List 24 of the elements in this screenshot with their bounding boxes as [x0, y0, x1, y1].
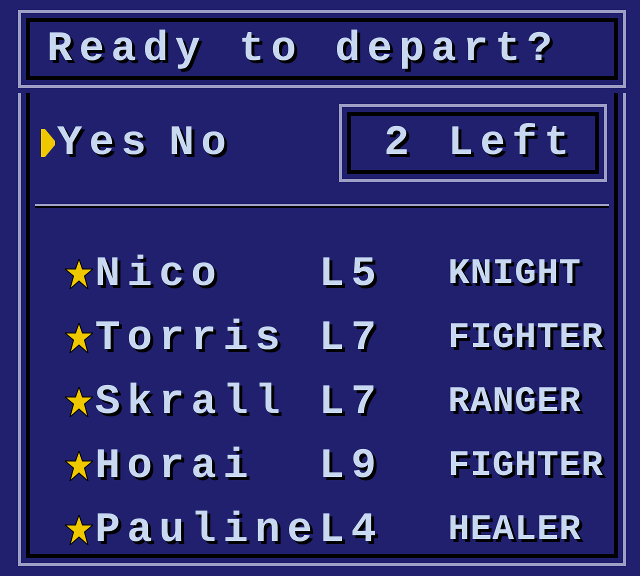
member-class: RANGER [448, 384, 582, 420]
star-icon [65, 387, 93, 417]
prompt-text: Ready to depart? [47, 28, 560, 70]
star-icon [65, 451, 93, 481]
member-name: Pauline [95, 509, 319, 551]
star-icon [65, 259, 93, 289]
member-name: Torris [95, 317, 288, 359]
member-level: L4 [319, 509, 384, 551]
star-icon [65, 323, 93, 353]
member-class: HEALER [448, 512, 582, 548]
option-text[interactable]: No [169, 122, 234, 164]
member-name: Skrall [95, 381, 288, 423]
member-class: FIGHTER [448, 448, 604, 484]
star-icon [65, 515, 93, 545]
member-name: Horai [95, 445, 256, 487]
remaining-count: 2 Left [384, 122, 576, 164]
member-class: KNIGHT [448, 256, 582, 292]
option-text[interactable]: Yes [57, 122, 154, 164]
member-level: L5 [319, 253, 384, 295]
member-level: L7 [319, 381, 384, 423]
member-level: L7 [319, 317, 384, 359]
member-name: Nico [95, 253, 224, 295]
member-class: FIGHTER [448, 320, 604, 356]
member-level: L9 [319, 445, 384, 487]
